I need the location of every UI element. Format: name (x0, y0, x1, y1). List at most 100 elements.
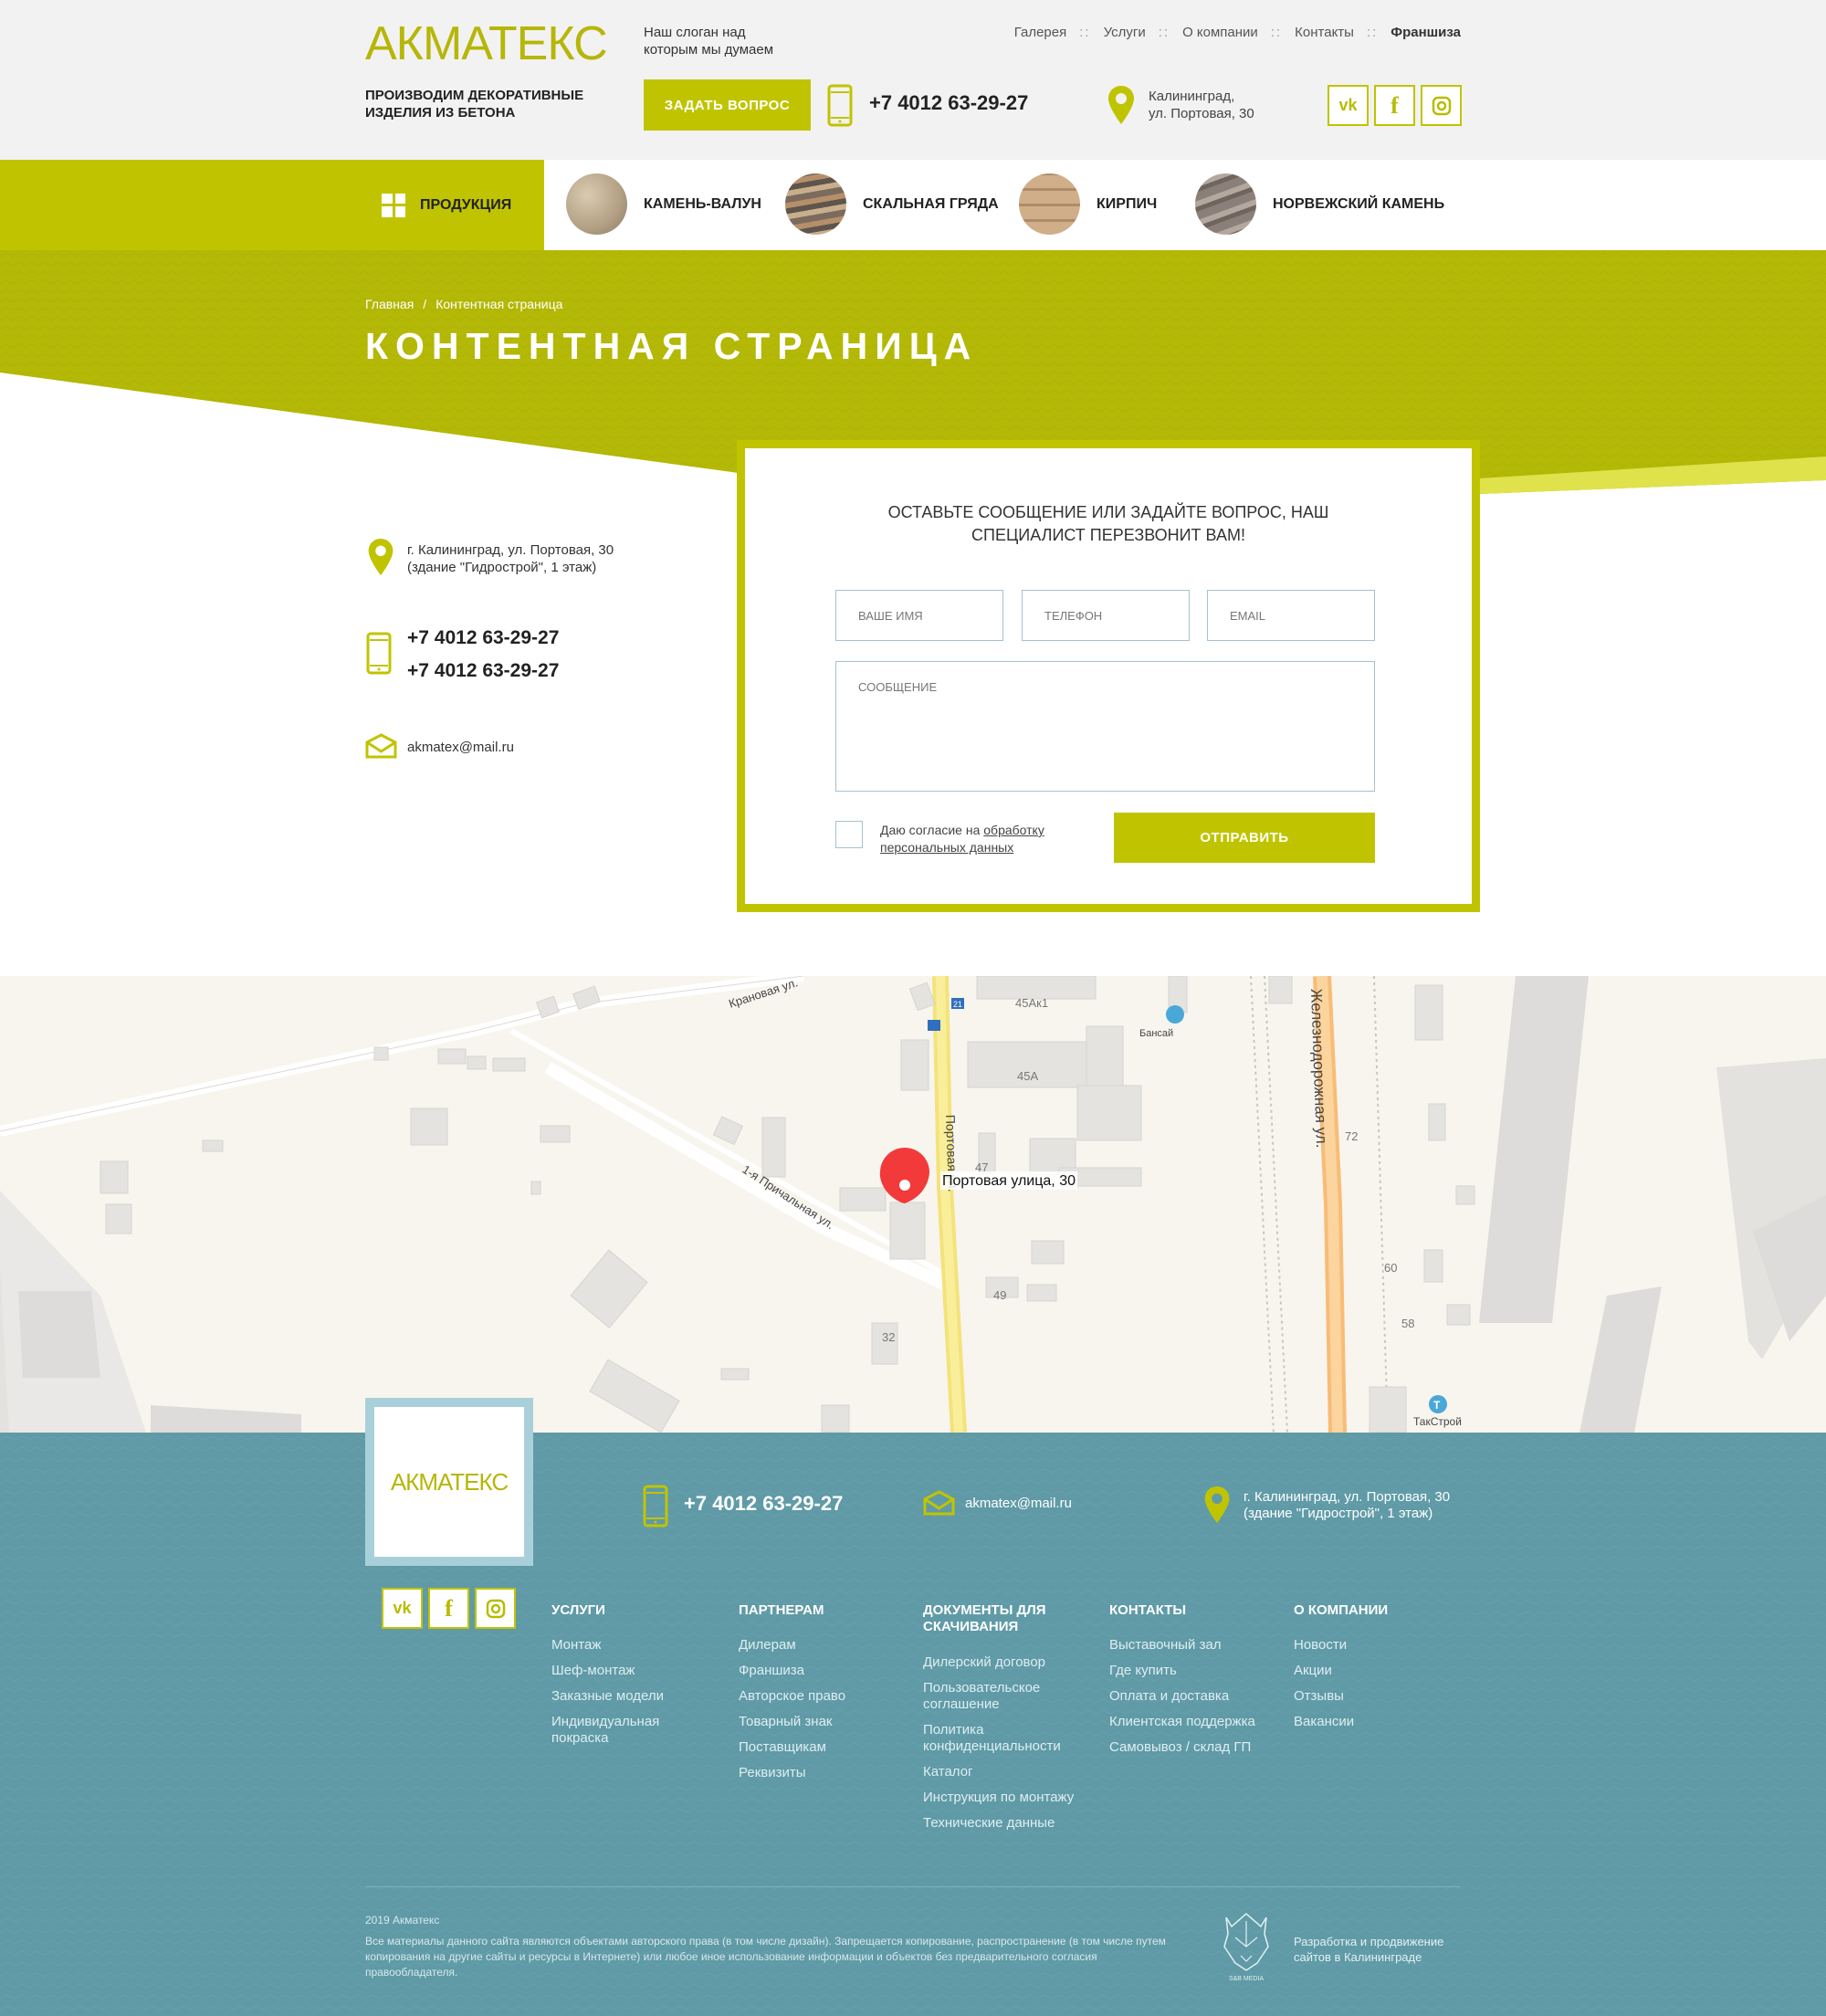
footer-link[interactable]: Франшиза (739, 1663, 903, 1679)
message-textarea[interactable]: СООБЩЕНИЕ (835, 661, 1375, 792)
footer-contacts-list: Выставочный зал Где купить Оплата и дост… (1109, 1637, 1283, 1765)
phone-icon (366, 632, 392, 675)
footer-link[interactable]: Индивидуальная покраска (551, 1714, 688, 1747)
footer-link[interactable]: Клиентская поддержка (1109, 1714, 1283, 1730)
breadcrumb-home[interactable]: Главная (365, 297, 414, 311)
submit-button[interactable]: ОТПРАВИТЬ (1114, 813, 1375, 863)
nav-franchise[interactable]: Франшиза (1390, 25, 1461, 40)
facebook-icon[interactable]: f (1374, 85, 1415, 126)
logo[interactable]: АКМАТЕКС (365, 16, 608, 71)
footer-link[interactable]: Поставщикам (739, 1739, 903, 1756)
nav-about[interactable]: О компании (1182, 25, 1258, 40)
map-marker-icon[interactable] (879, 1148, 929, 1203)
svg-text:Бансай: Бансай (1139, 1028, 1173, 1039)
email-input[interactable]: EMAIL (1207, 590, 1375, 641)
svg-text:21: 21 (953, 1000, 962, 1009)
footer-phone[interactable]: +7 4012 63-29-27 (684, 1492, 843, 1516)
developer-logo-icon[interactable]: S&B MEDIA (1219, 1910, 1274, 1983)
envelope-icon (923, 1490, 955, 1516)
footer-partners-list: Дилерам Франшиза Авторское право Товарны… (739, 1637, 903, 1790)
instagram-icon[interactable] (1421, 85, 1462, 126)
footer-link[interactable]: Заказные модели (551, 1688, 688, 1705)
category-brick[interactable]: КИРПИЧ (1019, 173, 1157, 235)
footer-copyright: 2019 Акматекс Все материалы данного сайт… (365, 1914, 1166, 1979)
svg-text:32: 32 (882, 1330, 895, 1344)
footer-link[interactable]: Реквизиты (739, 1765, 903, 1781)
footer-link[interactable]: Шеф-монтаж (551, 1663, 688, 1679)
svg-text:45А: 45А (1017, 1069, 1038, 1083)
instagram-icon[interactable] (475, 1588, 516, 1629)
footer-email[interactable]: akmatex@mail.ru (965, 1496, 1072, 1511)
footer-services-list: Монтаж Шеф-монтаж Заказные модели Индиви… (551, 1637, 688, 1756)
location-pin-icon (1108, 86, 1134, 124)
contact-phone-1[interactable]: +7 4012 63-29-27 (407, 622, 559, 655)
stone-thumbnail (1019, 173, 1080, 235)
products-menu-button[interactable]: ПРОДУКЦИЯ (0, 160, 544, 250)
map-label-prichalnaya: 1-я Причальная ул. (740, 1162, 836, 1232)
footer-link[interactable]: Авторское право (739, 1688, 903, 1705)
footer-heading-services: УСЛУГИ (551, 1602, 605, 1618)
category-norwegian-stone[interactable]: НОРВЕЖСКИЙ КАМЕНЬ (1195, 173, 1444, 235)
envelope-icon (365, 733, 397, 759)
name-input[interactable]: ВАШЕ ИМЯ (835, 590, 1003, 641)
footer-link[interactable]: Оплата и доставка (1109, 1688, 1283, 1705)
location-pin-icon (368, 538, 394, 576)
contact-email[interactable]: akmatex@mail.ru (407, 740, 514, 755)
location-pin-icon (1204, 1486, 1230, 1524)
footer-link[interactable]: Политика конфиденциальности (923, 1722, 1092, 1755)
footer-heading-about: О КОМПАНИИ (1294, 1602, 1389, 1618)
footer-link[interactable]: Вакансии (1294, 1714, 1431, 1730)
contact-phone-2[interactable]: +7 4012 63-29-27 (407, 655, 559, 688)
tagline: ПРОИЗВОДИМ ДЕКОРАТИВНЫЕ ИЗДЕЛИЯ ИЗ БЕТОН… (365, 88, 584, 121)
location-map[interactable]: Крановая ул. 1-я Причальная ул. Портовая… (0, 976, 1826, 1433)
products-label: ПРОДУКЦИЯ (420, 196, 512, 213)
header-address: Калининград, ул. Портовая, 30 (1149, 89, 1254, 121)
header-phone[interactable]: +7 4012 63-29-27 (869, 91, 1028, 115)
footer-link[interactable]: Инструкция по монтажу (923, 1790, 1097, 1806)
stone-thumbnail (566, 173, 627, 235)
breadcrumb: Главная / Контентная страница (365, 297, 563, 311)
footer-link[interactable]: Пользовательское соглашение (923, 1680, 1065, 1713)
nav-separator: :: (1158, 25, 1170, 40)
form-title: ОСТАВЬТЕ СООБЩЕНИЕ ИЛИ ЗАДАЙТЕ ВОПРОС, Н… (887, 503, 1329, 544)
consent-checkbox[interactable] (835, 821, 863, 848)
footer-link[interactable]: Самовывоз / склад ГП (1109, 1739, 1283, 1756)
ask-question-button[interactable]: ЗАДАТЬ ВОПРОС (644, 79, 811, 131)
phone-icon (643, 1485, 668, 1528)
slogan: Наш слоган над которым мы думаем (644, 25, 774, 58)
breadcrumb-current: Контентная страница (436, 297, 563, 311)
footer-heading-contacts: КОНТАКТЫ (1109, 1602, 1187, 1618)
footer-logo[interactable]: АКМАТЕКС (365, 1398, 533, 1566)
footer-link[interactable]: Технические данные (923, 1815, 1097, 1832)
contact-form: ОСТАВЬТЕ СООБЩЕНИЕ ИЛИ ЗАДАЙТЕ ВОПРОС, Н… (737, 440, 1480, 912)
footer-link[interactable]: Выставочный зал (1109, 1637, 1283, 1654)
grid-icon (382, 193, 405, 217)
footer-divider (365, 1886, 1461, 1887)
developer-credit[interactable]: Разработка и продвижение сайтов в Калини… (1294, 1934, 1467, 1965)
footer-heading-partners: ПАРТНЕРАМ (739, 1602, 824, 1618)
footer-link[interactable]: Где купить (1109, 1663, 1283, 1679)
nav-gallery[interactable]: Галерея (1014, 25, 1067, 40)
svg-text:45Ак1: 45Ак1 (1015, 996, 1048, 1010)
phone-input[interactable]: ТЕЛЕФОН (1022, 590, 1190, 641)
svg-text:ТакСтрой: ТакСтрой (1413, 1415, 1462, 1428)
bus-stop-icon (928, 1020, 940, 1031)
category-rock-ridge[interactable]: СКАЛЬНАЯ ГРЯДА (785, 173, 999, 235)
vk-icon[interactable]: vk (1328, 85, 1369, 126)
footer-link[interactable]: Дилерский договор (923, 1654, 1097, 1671)
category-boulder[interactable]: КАМЕНЬ-ВАЛУН (566, 173, 761, 235)
footer-link[interactable]: Каталог (923, 1764, 1097, 1780)
footer-link[interactable]: Отзывы (1294, 1688, 1431, 1705)
footer-link[interactable]: Новости (1294, 1637, 1431, 1654)
footer-link[interactable]: Товарный знак (739, 1714, 903, 1730)
footer-link[interactable]: Акции (1294, 1663, 1431, 1679)
footer-heading-documents: ДОКУМЕНТЫ ДЛЯ СКАЧИВАНИЯ (923, 1602, 1046, 1634)
nav-services[interactable]: Услуги (1104, 25, 1146, 40)
header: АКМАТЕКС Наш слоган над которым мы думае… (0, 0, 1826, 160)
svg-text:S&B MEDIA: S&B MEDIA (1229, 1976, 1264, 1982)
footer-link[interactable]: Дилерам (739, 1637, 903, 1654)
facebook-icon[interactable]: f (428, 1588, 469, 1629)
vk-icon[interactable]: vk (382, 1588, 423, 1629)
footer-link[interactable]: Монтаж (551, 1637, 688, 1654)
nav-contacts[interactable]: Контакты (1295, 25, 1354, 40)
